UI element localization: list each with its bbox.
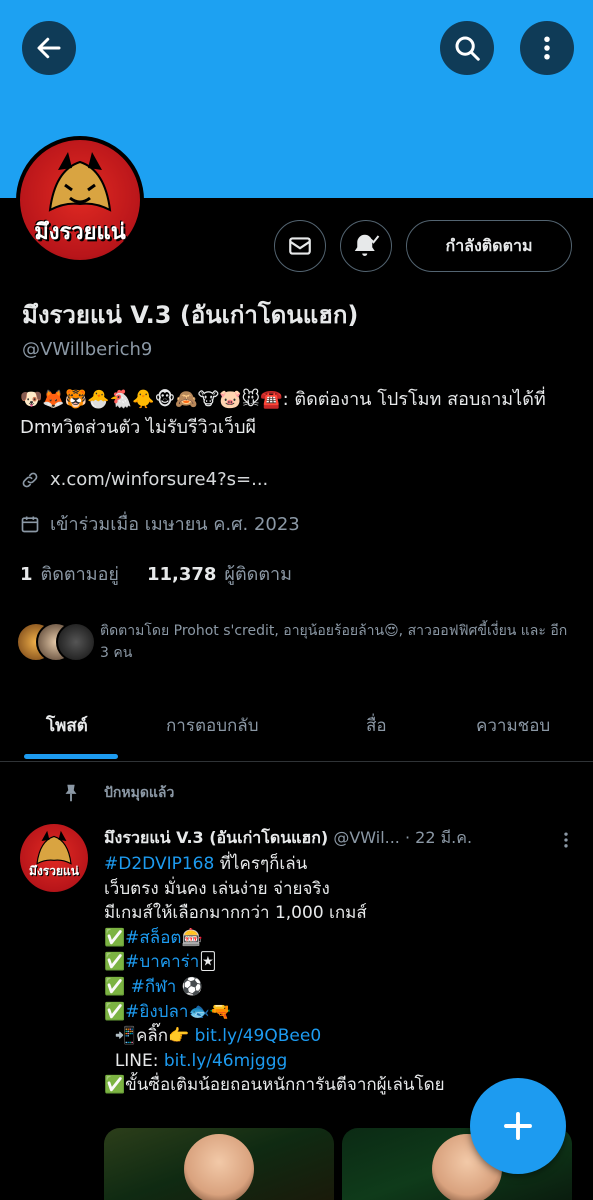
hashtag-link[interactable]: #สล็อต <box>125 928 181 948</box>
post-line: เว็บตรง มั่นคง เล่นง่าย จ่ายจริง <box>104 878 330 899</box>
followed-by-text: ติดตามโดย Prohot s'credit, อายุน้อยร้อยล… <box>100 623 568 661</box>
post-line: มีเกมส์ให้เลือกมากกว่า 1,000 เกมส์ <box>104 903 367 924</box>
profile-avatar[interactable]: มึงรวยแน่ <box>16 136 144 264</box>
tab-media[interactable]: สื่อ <box>366 712 387 739</box>
active-tab-indicator <box>24 754 118 759</box>
avatar <box>56 622 96 662</box>
hashtag-link[interactable]: #กีฬา <box>131 977 177 997</box>
plus-icon <box>504 1112 532 1140</box>
post-header: มึงรวยแน่ V.3 (อันเก่าโดนแฮก) @VWil... ·… <box>104 826 544 851</box>
post-media-image[interactable] <box>104 1128 334 1200</box>
calendar-icon <box>21 516 39 532</box>
post-line: ✅#ยิงปลา🐟🔫 <box>104 1001 231 1022</box>
profile-handle: @VWillberich9 <box>22 339 153 360</box>
profile-joined-row: เข้าร่วมเมื่อ เมษายน ค.ศ. 2023 <box>20 509 300 538</box>
post-author-name[interactable]: มึงรวยแน่ V.3 (อันเก่าโดนแฮก) <box>104 828 328 847</box>
pinned-indicator: ปักหมุดแล้ว <box>60 782 174 804</box>
tab-posts[interactable]: โพสต์ <box>46 712 88 739</box>
post-line: LINE: bit.ly/46mjggg <box>104 1050 288 1071</box>
envelope-icon <box>289 237 311 255</box>
post-line: ✅#บาคาร่า🃏 <box>104 952 217 973</box>
tiger-logo-icon <box>36 830 72 865</box>
post-line: ✅#สล็อต🎰 <box>104 927 203 948</box>
url-link[interactable]: bit.ly/49QBee0 <box>195 1026 322 1046</box>
more-vertical-icon <box>564 832 568 848</box>
follower-avatars <box>16 620 96 664</box>
link-icon <box>22 472 38 487</box>
following-button[interactable]: กำลังติดตาม <box>406 220 572 272</box>
search-icon <box>455 36 480 61</box>
post-text: #D2DVIP168 ที่ไครๆก็เล่นเว็บตรง มั่นคง เ… <box>104 852 564 1098</box>
post-line: #D2DVIP168 ที่ไครๆก็เล่น <box>104 854 308 874</box>
notifications-button[interactable] <box>340 220 392 272</box>
avatar-logo-text: มึงรวยแน่ <box>29 864 79 878</box>
profile-bio: 🐶🦊🐯🐣🐔🐥🐵🙈🐮🐷🐭☎️: ติดต่องาน โปรโมท สอบถามได… <box>20 386 575 442</box>
search-button[interactable] <box>440 21 494 75</box>
followers-stat[interactable]: 11,378 ผู้ติดตาม <box>147 559 292 588</box>
post-date: · 22 มี.ค. <box>404 828 473 847</box>
message-button[interactable] <box>274 220 326 272</box>
hashtag-link[interactable]: #D2DVIP168 <box>104 854 214 874</box>
arrow-left-icon <box>37 37 61 59</box>
profile-link-row: x.com/winforsure4?s=... <box>20 469 268 490</box>
tab-replies[interactable]: การตอบกลับ <box>166 712 259 739</box>
profile-name: มึงรวยแน่ V.3 (อันเก่าโดนแฮก) <box>22 301 359 329</box>
bio-emojis: 🐶🦊🐯🐣🐔🐥🐵🙈🐮🐷🐭☎️ <box>20 389 283 410</box>
post-line: ✅ #กีฬา ⚽ <box>104 976 203 997</box>
more-options-button[interactable] <box>520 21 574 75</box>
post-author-avatar[interactable]: มึงรวยแน่ <box>20 824 88 892</box>
avatar-logo-text: มึงรวยแน่ <box>34 220 126 245</box>
compose-button[interactable] <box>470 1078 566 1174</box>
follow-stats: 1 ติดตามอยู่ 11,378 ผู้ติดตาม <box>20 559 292 588</box>
post-line: 📲คลิ๊ก👉 bit.ly/49QBee0 <box>104 1026 322 1047</box>
model-photo <box>184 1134 254 1200</box>
following-stat[interactable]: 1 ติดตามอยู่ <box>20 559 119 588</box>
hashtag-link[interactable]: #บาคาร่า <box>125 952 199 972</box>
url-link[interactable]: bit.ly/46mjggg <box>164 1051 287 1071</box>
more-vertical-icon <box>544 36 550 60</box>
hashtag-link[interactable]: #ยิงปลา <box>125 1002 188 1022</box>
followed-by-row[interactable]: ติดตามโดย Prohot s'credit, อายุน้อยร้อยล… <box>16 620 570 664</box>
bell-check-icon <box>354 234 380 256</box>
profile-link[interactable]: x.com/winforsure4?s=... <box>50 469 268 490</box>
pin-icon <box>65 784 77 802</box>
post-author-handle[interactable]: @VWil... <box>333 828 400 847</box>
back-button[interactable] <box>22 21 76 75</box>
profile-tabs: โพสต์ การตอบกลับ สื่อ ความชอบ <box>0 696 593 762</box>
tab-likes[interactable]: ความชอบ <box>476 712 550 739</box>
profile-joined: เข้าร่วมเมื่อ เมษายน ค.ศ. 2023 <box>50 514 300 535</box>
